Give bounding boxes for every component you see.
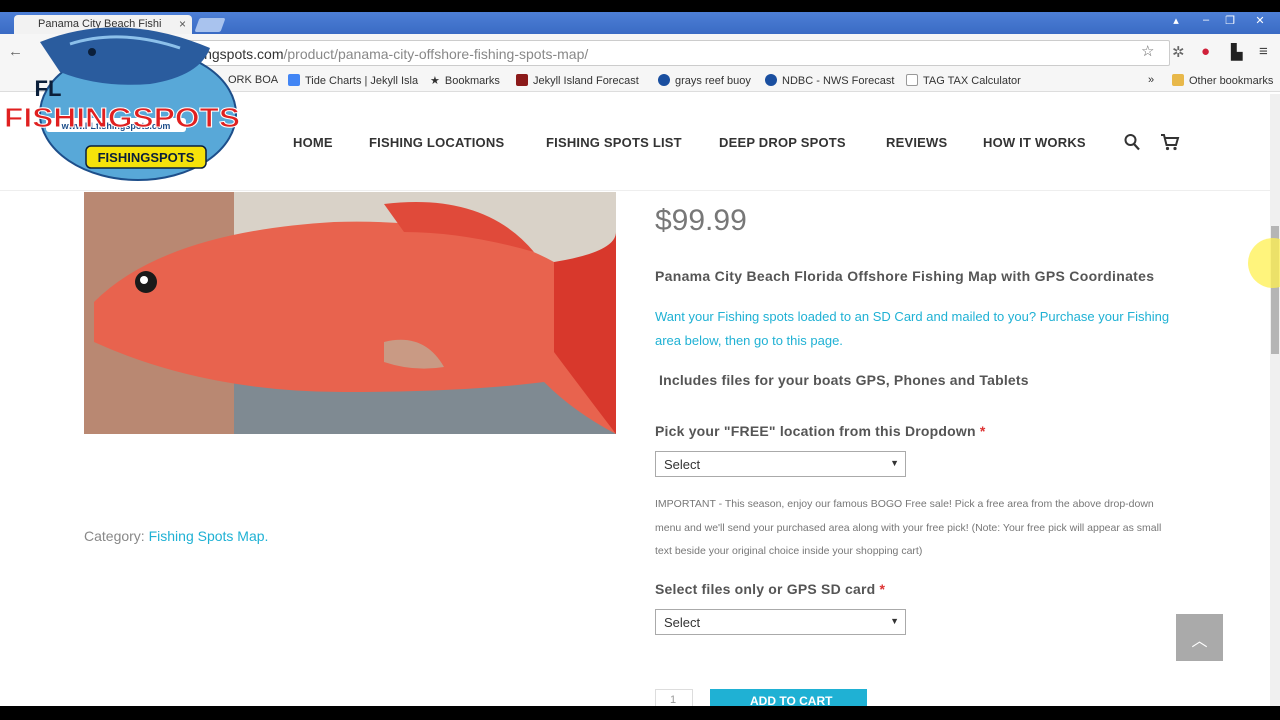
important-notice: IMPORTANT - This season, enjoy our famou… xyxy=(655,498,1162,557)
bookmark-label: TAG TAX Calculator xyxy=(923,75,1021,87)
select-value: Select xyxy=(664,457,701,472)
logo-title: FISHINGSPOTS xyxy=(4,102,240,133)
bookmark-item[interactable]: TAG TAX Calculator xyxy=(906,74,1021,87)
product-price: $99.99 xyxy=(655,204,747,237)
chevron-up-icon: ︿ xyxy=(1191,633,1208,650)
nav-reviews[interactable]: REVIEWS xyxy=(886,135,947,150)
desc-text: loaded to an xyxy=(793,309,873,324)
menu-icon[interactable]: ≡ xyxy=(1259,43,1268,60)
desc-text: and mailed to you? xyxy=(922,309,1040,324)
nav-fishing-spots-list[interactable]: FISHING SPOTS LIST xyxy=(546,135,682,150)
includes-note: Includes files for your boats GPS, Phone… xyxy=(659,372,1029,388)
bookmark-label: Bookmarks xyxy=(444,75,500,87)
product-description: Want your Fishing spots loaded to an SD … xyxy=(655,305,1175,353)
bookmark-label: Jekyll Island Forecast xyxy=(533,75,639,87)
logo-fl: FL xyxy=(35,76,62,101)
free-location-label: Pick your "FREE" location from this Drop… xyxy=(655,423,986,439)
extension-icon-2[interactable]: ▙ xyxy=(1231,43,1243,61)
quantity-input[interactable]: 1 xyxy=(655,689,693,706)
nav-how-it-works[interactable]: HOW IT WORKS xyxy=(983,135,1086,150)
back-to-top-button[interactable]: ︿ xyxy=(1176,614,1223,661)
url-path: /product/panama-city-offshore-fishing-sp… xyxy=(283,46,589,62)
files-or-sd-select[interactable]: Select ▼ xyxy=(655,609,906,635)
desc-text: Want your xyxy=(655,309,718,324)
site-logo[interactable]: FISHINGSPOTS www.FLfishingspots.com FL F… xyxy=(0,14,244,184)
bookmark-item[interactable]: ★ Bookmarks xyxy=(430,74,500,87)
star-icon: ★ xyxy=(430,75,440,87)
other-bookmarks-label: Other bookmarks xyxy=(1189,75,1274,87)
dropdown-caret-icon: ▼ xyxy=(890,458,899,468)
category-link[interactable]: Fishing Spots Map. xyxy=(149,528,269,544)
nav-home[interactable]: HOME xyxy=(293,135,333,150)
noaa-icon xyxy=(765,74,777,86)
nav-fishing-locations[interactable]: FISHING LOCATIONS xyxy=(369,135,504,150)
product-category: Category: Fishing Spots Map. xyxy=(84,528,268,544)
select-value: Select xyxy=(664,615,701,630)
bookmark-label: grays reef buoy xyxy=(675,75,751,87)
logo-badge: FISHINGSPOTS xyxy=(98,150,195,165)
extension-icon[interactable]: ✲ xyxy=(1172,43,1185,61)
minimize-button[interactable]: – xyxy=(1196,14,1216,26)
browser-window: Panama City Beach Fishi × ▴ – ❐ ✕ ← ings… xyxy=(0,12,1280,706)
bookmark-item[interactable]: NDBC - NWS Forecast xyxy=(765,74,894,87)
page-scrollbar[interactable] xyxy=(1270,94,1280,706)
field-label-text: Select files only or GPS SD card xyxy=(655,581,876,597)
search-icon[interactable] xyxy=(1124,133,1140,151)
page-icon xyxy=(906,74,918,86)
nav-deep-drop-spots[interactable]: DEEP DROP SPOTS xyxy=(719,135,846,150)
cursor-highlight xyxy=(1248,238,1280,288)
bookmark-item[interactable]: Jekyll Island Forecast xyxy=(516,74,639,87)
free-location-select[interactable]: Select ▼ xyxy=(655,451,906,477)
pinterest-icon[interactable]: ● xyxy=(1201,43,1210,60)
fishing-spots-link[interactable]: Fishing spots xyxy=(717,309,794,324)
star-bookmark-icon[interactable]: ☆ xyxy=(1141,42,1154,60)
noaa-icon xyxy=(658,74,670,86)
dropdown-caret-icon: ▼ xyxy=(890,616,899,626)
product-image[interactable] xyxy=(84,192,616,434)
sd-card-link[interactable]: SD Card xyxy=(873,309,923,324)
required-mark: * xyxy=(879,581,886,597)
add-to-cart-button[interactable]: ADD TO CART xyxy=(710,689,867,706)
google-icon xyxy=(288,74,300,86)
close-window-button[interactable]: ✕ xyxy=(1250,14,1270,27)
bookmarks-overflow[interactable]: » xyxy=(1148,74,1154,86)
profile-icon[interactable]: ▴ xyxy=(1166,14,1186,27)
category-label: Category: xyxy=(84,528,149,544)
files-or-sd-label: Select files only or GPS SD card * xyxy=(655,581,885,597)
required-mark: * xyxy=(979,423,986,439)
bookmark-label: Tide Charts | Jekyll Isla xyxy=(305,75,419,87)
product-title: Panama City Beach Florida Offshore Fishi… xyxy=(655,268,1155,284)
bookmark-label: NDBC - NWS Forecast xyxy=(782,75,895,87)
bookmark-item[interactable]: grays reef buoy xyxy=(658,74,751,87)
cart-icon[interactable] xyxy=(1160,133,1180,151)
other-bookmarks[interactable]: Other bookmarks xyxy=(1172,74,1273,87)
restore-button[interactable]: ❐ xyxy=(1220,14,1240,27)
weather-icon xyxy=(516,74,528,86)
field-label-text: Pick your "FREE" location from this Drop… xyxy=(655,423,976,439)
bookmark-item[interactable]: Tide Charts | Jekyll Isla xyxy=(288,74,418,87)
folder-icon xyxy=(1172,74,1184,86)
